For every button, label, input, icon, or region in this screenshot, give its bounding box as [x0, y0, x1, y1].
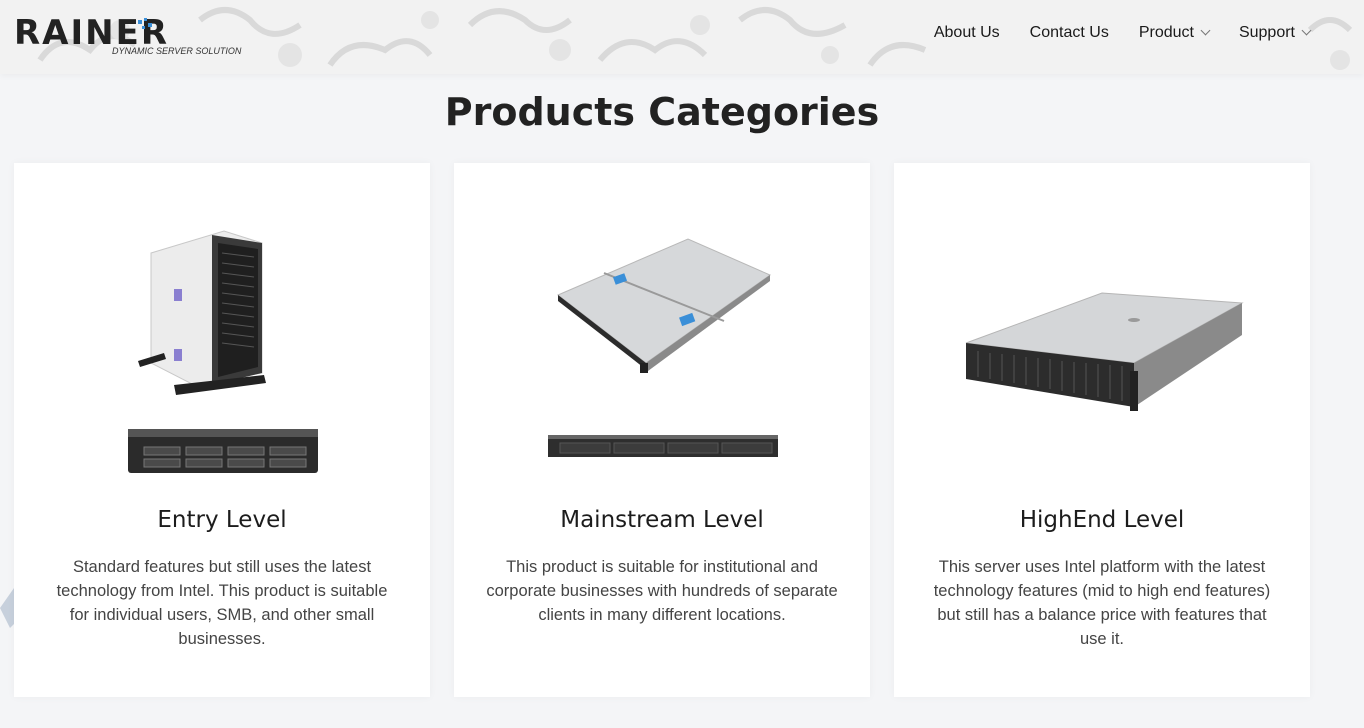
main-nav: About Us Contact Us Product Support — [934, 24, 1312, 42]
2u-rack-server-image — [965, 292, 1244, 411]
chevron-down-icon — [1301, 25, 1312, 36]
card-description: This product is suitable for institution… — [486, 558, 838, 624]
nav-support[interactable]: Support — [1238, 24, 1312, 42]
nav-contact-us-label: Contact Us — [1029, 24, 1109, 41]
card-description: This server uses Intel platform with the… — [933, 558, 1271, 648]
nav-product-label: Product — [1138, 24, 1194, 41]
rainer-logo[interactable]: RAINER DYNAMIC SERVER SOLUTION — [14, 16, 244, 60]
category-card-highend[interactable]: HighEnd Level This server uses Intel pla… — [894, 163, 1310, 697]
card-title: Mainstream Level — [560, 507, 764, 533]
nav-contact-us[interactable]: Contact Us — [1030, 24, 1109, 42]
tower-and-rack-server-image — [128, 230, 318, 473]
page-title: Products Categories — [444, 90, 880, 134]
logo-dots-icon — [138, 18, 152, 29]
category-card-entry[interactable]: Entry Level Standard features but still … — [14, 163, 430, 697]
nav-about-us-label: About Us — [933, 24, 1000, 41]
card-description: Standard features but still uses the lat… — [56, 558, 388, 648]
nav-support-label: Support — [1238, 24, 1295, 41]
category-card-mainstream[interactable]: Mainstream Level This product is suitabl… — [454, 163, 870, 697]
1u-rack-server-image — [548, 238, 778, 457]
logo-tagline: DYNAMIC SERVER SOLUTION — [112, 46, 242, 56]
nav-about-us[interactable]: About Us — [934, 24, 1000, 42]
card-title: Entry Level — [157, 507, 287, 533]
decorative-shape — [0, 588, 14, 628]
nav-product[interactable]: Product — [1138, 24, 1211, 42]
card-title: HighEnd Level — [1019, 507, 1185, 533]
site-header: RAINER DYNAMIC SERVER SOLUTION About Us … — [0, 0, 1364, 74]
chevron-down-icon — [1200, 25, 1211, 36]
